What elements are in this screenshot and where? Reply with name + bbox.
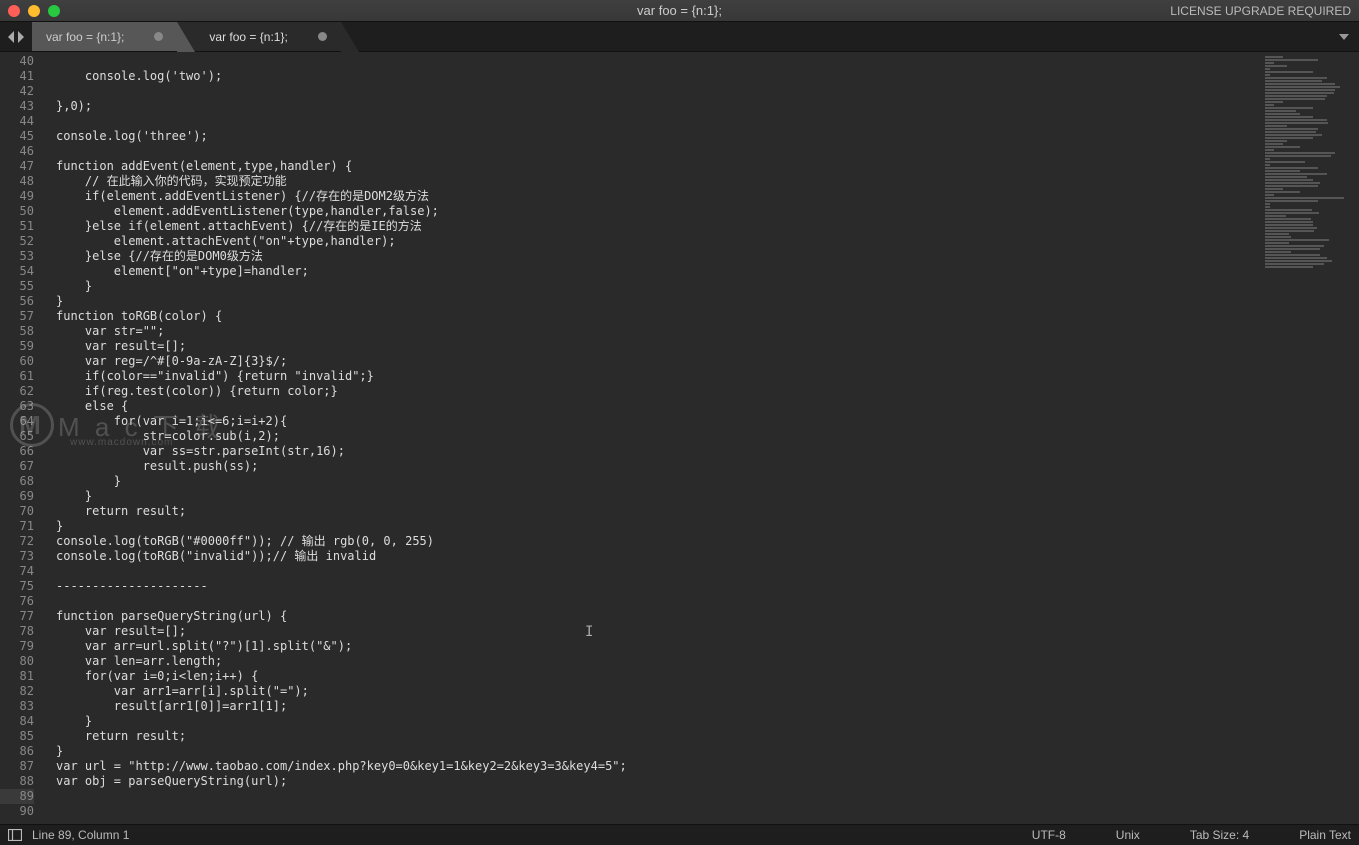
- tab-bar: var foo = {n:1}; var foo = {n:1};: [0, 22, 1359, 52]
- close-window-button[interactable]: [8, 5, 20, 17]
- chevron-down-icon: [1338, 31, 1350, 43]
- modified-indicator-icon: [318, 32, 327, 41]
- minimize-window-button[interactable]: [28, 5, 40, 17]
- status-bar: Line 89, Column 1 UTF-8 Unix Tab Size: 4…: [0, 824, 1359, 845]
- tab-separator: [177, 22, 195, 52]
- panel-toggle-icon[interactable]: [8, 829, 22, 841]
- tab-inactive[interactable]: var foo = {n:1};: [32, 22, 177, 51]
- tab-label: var foo = {n:1};: [209, 30, 287, 44]
- tabs-dropdown-button[interactable]: [1329, 22, 1359, 51]
- nav-forward-icon[interactable]: [16, 30, 26, 44]
- zoom-window-button[interactable]: [48, 5, 60, 17]
- line-number-gutter[interactable]: 40 41 42 43 44 45 46 47 48 49 50 51 52 5…: [0, 52, 40, 824]
- modified-indicator-icon: [154, 32, 163, 41]
- window-title: var foo = {n:1};: [637, 3, 722, 18]
- tab-active[interactable]: var foo = {n:1};: [195, 22, 340, 51]
- line-ending-selector[interactable]: Unix: [1116, 828, 1140, 842]
- minimap[interactable]: [1259, 52, 1359, 824]
- syntax-selector[interactable]: Plain Text: [1299, 828, 1351, 842]
- text-cursor-icon: I: [585, 625, 586, 640]
- traffic-lights: [8, 5, 60, 17]
- titlebar: var foo = {n:1}; LICENSE UPGRADE REQUIRE…: [0, 0, 1359, 22]
- license-status[interactable]: LICENSE UPGRADE REQUIRED: [1170, 4, 1351, 18]
- code-area[interactable]: console.log('two'); },0); console.log('t…: [40, 52, 1359, 824]
- editor-pane: 40 41 42 43 44 45 46 47 48 49 50 51 52 5…: [0, 52, 1359, 824]
- tab-separator: [341, 22, 359, 52]
- cursor-position[interactable]: Line 89, Column 1: [32, 828, 129, 842]
- nav-arrows: [0, 22, 32, 51]
- tab-label: var foo = {n:1};: [46, 30, 124, 44]
- encoding-selector[interactable]: UTF-8: [1032, 828, 1066, 842]
- tab-size-selector[interactable]: Tab Size: 4: [1190, 828, 1249, 842]
- nav-back-icon[interactable]: [6, 30, 16, 44]
